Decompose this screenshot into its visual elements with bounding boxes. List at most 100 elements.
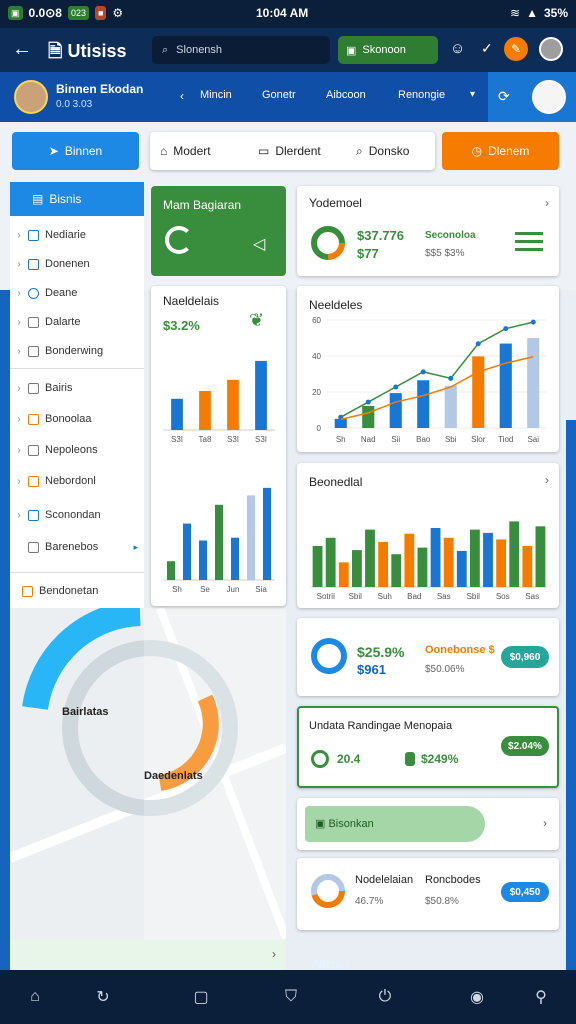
kpi2-v1: $25.9% xyxy=(357,644,405,660)
tick-label: S3I xyxy=(255,435,267,444)
kpi-card-2[interactable]: $25.9% $961 Oonebonse $ $50.06% $0,960 xyxy=(297,618,559,696)
tab-2[interactable]: Aibcoon xyxy=(326,89,366,101)
search-input[interactable]: ⌕ Slonensh xyxy=(152,36,330,64)
kpi3-pill[interactable]: $2.04% xyxy=(501,736,549,756)
profile-photo[interactable] xyxy=(532,80,566,114)
x-tick-label: Sai xyxy=(527,435,539,444)
right-edge xyxy=(566,420,576,970)
bar2-card-title: Beonedlal xyxy=(309,475,363,489)
bar xyxy=(183,523,191,580)
battery-icon xyxy=(405,752,415,766)
chevron-right-icon[interactable]: › xyxy=(543,816,547,830)
edit-icon[interactable]: ✎ xyxy=(504,37,528,61)
sidebar-item-6[interactable]: › Bonoolaa xyxy=(10,404,144,434)
refresh-icon[interactable]: ⟳ xyxy=(498,88,510,105)
kpi-card-3[interactable]: Undata Randingae Menopaia 20.4 $249% $2.… xyxy=(297,706,559,788)
y-tick-label: 40 xyxy=(312,352,321,361)
map-area[interactable]: Bairlatas Daedenlats xyxy=(10,608,286,940)
kpi-card-4[interactable]: Nodelelaian Roncbodes 46.7% $50.8% $0,45… xyxy=(297,858,559,930)
square-icon[interactable]: ▢ xyxy=(188,984,214,1010)
camera-icon[interactable]: ◉ xyxy=(464,984,490,1010)
bar xyxy=(509,521,520,587)
tab-1[interactable]: Gonetr xyxy=(262,89,296,101)
person-icon[interactable]: ⚲ xyxy=(528,984,554,1010)
bar xyxy=(404,533,415,587)
home-icon[interactable]: ⌂ xyxy=(22,984,48,1010)
sidebar-item-3[interactable]: › Dalarte xyxy=(10,307,144,337)
shield-icon[interactable]: ⛉ xyxy=(278,984,304,1010)
toolbar-b3[interactable]: ⌕ Donsko xyxy=(356,132,409,170)
bottom-strip[interactable]: › xyxy=(10,940,286,970)
toolbar-b1[interactable]: ⌂ Modert xyxy=(160,132,211,170)
sidebar-item-2[interactable]: › Deane xyxy=(10,278,144,308)
series-point xyxy=(420,369,426,375)
progress-card[interactable]: ▣ Bisonkan › xyxy=(297,798,559,850)
user-avatar[interactable] xyxy=(539,37,563,61)
bar xyxy=(312,546,323,587)
check-circle-icon[interactable]: ✓ xyxy=(481,40,493,57)
tick-label: Sh xyxy=(172,585,182,594)
kpi1-v2: $77 xyxy=(357,246,379,261)
search-icon: ⌕ xyxy=(162,43,169,56)
chevron-left-icon[interactable]: ‹ xyxy=(180,89,184,103)
sidebar-item-7[interactable]: › Nepoleons xyxy=(10,435,144,465)
sidebar-item-9[interactable]: › Sconondan xyxy=(10,500,144,530)
bar xyxy=(378,541,389,587)
sidebar-header[interactable]: ▤ Bisnis xyxy=(10,182,144,216)
battery-text: 35% xyxy=(543,6,568,20)
tab-0[interactable]: Mincin xyxy=(200,89,232,101)
tick-label: Sos xyxy=(496,592,510,601)
profile-avatar[interactable] xyxy=(14,80,48,114)
back-arrow-icon[interactable]: ← xyxy=(12,38,32,61)
tick-label: S3I xyxy=(171,435,183,444)
tick-label: Sbil xyxy=(349,592,363,601)
sidebar-item-4[interactable]: › Bonderwing xyxy=(10,336,144,366)
settings-icon: ⚙ xyxy=(112,6,124,20)
sidebar-item-8[interactable]: › Nebordonl xyxy=(10,466,144,496)
sidebar-item-1[interactable]: › Donenen xyxy=(10,249,144,279)
kpi-card-1[interactable]: Yodemoel › $37.776 $77 Seconoloa $$5 $3% xyxy=(297,186,559,276)
bar xyxy=(444,385,457,428)
line-card[interactable]: Neeldeles 0 20 40 60 Sh Nad Sii Bao Sbi Slor Tiod S… xyxy=(297,286,559,452)
bar xyxy=(351,550,362,587)
bar xyxy=(362,405,375,428)
bar-card[interactable]: Naeldelais $3.2% ❦ S3I Ta8 S3I S3I Sh Se Jun S… xyxy=(151,286,286,606)
y-tick-label: 60 xyxy=(312,316,321,325)
primary-button[interactable]: ➤ Binnen xyxy=(12,132,139,170)
chevron-right-icon[interactable]: › xyxy=(272,947,276,961)
bar xyxy=(469,529,480,587)
kpi4-pill[interactable]: $0,450 xyxy=(501,882,549,902)
green-card[interactable]: Mam Bagiaran ◁ xyxy=(151,186,286,276)
refresh-icon[interactable]: ↻ xyxy=(90,984,116,1010)
bar2-card[interactable]: Beonedlal › Sotril Sbil Suh Bad Sas Sbil Sos Sa… xyxy=(297,463,559,608)
kpi1-label: Seconoloa xyxy=(425,230,476,241)
kpi1-title: Yodemoel xyxy=(309,196,362,210)
kpi1-v1: $37.776 xyxy=(357,228,404,243)
accent-button[interactable]: ◷ Dlenem xyxy=(442,132,559,170)
sidebar-item-5[interactable]: › Bairis xyxy=(10,373,144,403)
bar xyxy=(472,356,485,428)
tab-3[interactable]: Renongie xyxy=(398,89,445,101)
chevron-down-icon[interactable]: ▾ xyxy=(470,89,475,100)
chevron-right-icon[interactable]: › xyxy=(545,473,549,487)
kpi2-pill[interactable]: $0,960 xyxy=(501,646,549,668)
kpi2-sub: $50.06% xyxy=(425,664,465,675)
x-tick-label: Tiod xyxy=(498,435,513,444)
sidebar-item-0[interactable]: › Nediarie xyxy=(10,220,144,250)
sidebar-item-10[interactable]: Barenebos ▸ xyxy=(10,532,144,562)
action-button[interactable]: ▣ Skonoon xyxy=(338,36,438,64)
bar xyxy=(171,398,183,430)
tick-label: Sia xyxy=(255,585,267,594)
smile-icon[interactable]: ☺ xyxy=(450,40,465,57)
chevron-right-icon[interactable]: › xyxy=(545,196,549,210)
grid-icon: ▣ xyxy=(315,818,329,830)
tick-label: Suh xyxy=(378,592,392,601)
loading-icon xyxy=(165,226,193,254)
sidebar-footer[interactable]: Bendonetan xyxy=(10,576,144,606)
tick-label: Se xyxy=(200,585,210,594)
power-icon[interactable]: ⏻ xyxy=(372,984,398,1010)
bar xyxy=(391,554,402,587)
profile-sub: 0.0 3.03 xyxy=(56,99,93,110)
series-point xyxy=(365,399,371,405)
toolbar-b2[interactable]: ▭ Dlerdent xyxy=(258,132,321,170)
